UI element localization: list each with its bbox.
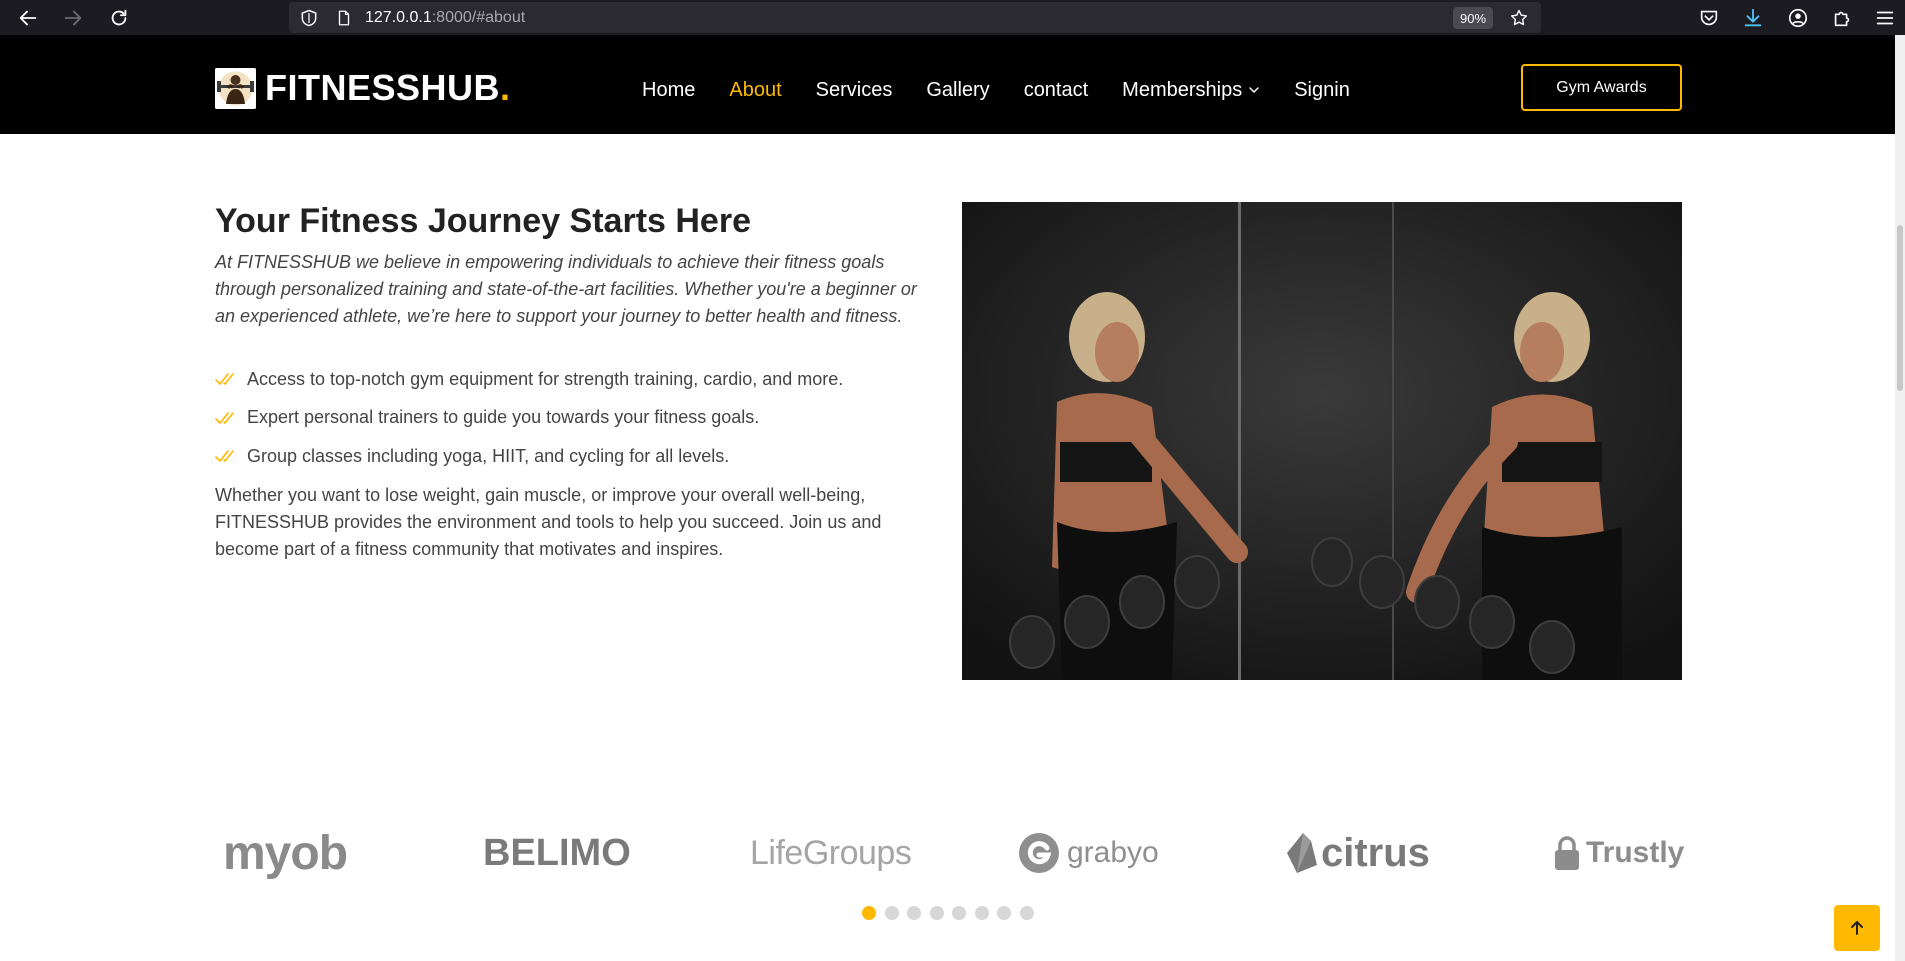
page-scrollbar[interactable] bbox=[1895, 35, 1905, 961]
nav-memberships[interactable]: Memberships bbox=[1122, 77, 1260, 103]
carousel-pagination bbox=[862, 906, 1042, 920]
client-logo-lifegroups: LifeGroups bbox=[750, 818, 912, 888]
feature-item: Access to top-notch gym equipment for st… bbox=[215, 360, 843, 399]
url-text[interactable]: 127.0.0.1:8000/#about bbox=[365, 9, 525, 27]
feature-text: Group classes including yoga, HIIT, and … bbox=[247, 445, 730, 466]
client-logo-grabyo: grabyo bbox=[1017, 818, 1159, 888]
carousel-dot[interactable] bbox=[907, 906, 921, 920]
back-to-top-button[interactable] bbox=[1834, 905, 1880, 951]
logo-image[interactable] bbox=[215, 68, 256, 109]
feature-item: Group classes including yoga, HIIT, and … bbox=[215, 437, 843, 476]
feature-list: Access to top-notch gym equipment for st… bbox=[215, 360, 843, 476]
logo-dot: . bbox=[500, 67, 511, 108]
about-intro: At FITNESSHUB we believe in empowering i… bbox=[215, 252, 917, 326]
pocket-button[interactable] bbox=[1694, 3, 1724, 33]
about-gym-photo bbox=[962, 202, 1682, 680]
address-bar[interactable]: 127.0.0.1:8000/#about 90% bbox=[289, 2, 1541, 33]
extensions-button[interactable] bbox=[1827, 3, 1857, 33]
arrow-left-icon bbox=[19, 10, 37, 26]
puzzle-icon bbox=[1834, 11, 1850, 27]
client-logo-citrus: citrus bbox=[1285, 818, 1430, 888]
back-button[interactable] bbox=[13, 3, 43, 33]
feature-text: Access to top-notch gym equipment for st… bbox=[247, 368, 844, 389]
site-logo[interactable]: FITNESSHUB. bbox=[265, 67, 511, 109]
downloads-button[interactable] bbox=[1738, 3, 1768, 33]
nav-about[interactable]: About bbox=[729, 77, 781, 103]
nav-memberships-label: Memberships bbox=[1122, 79, 1243, 101]
client-logo-text: citrus bbox=[1321, 830, 1430, 875]
client-logo-text: LifeGroups bbox=[750, 833, 912, 872]
client-logo-myob: myob bbox=[223, 818, 348, 888]
reload-icon bbox=[111, 9, 127, 26]
grabyo-mark-icon bbox=[1019, 833, 1059, 873]
lock-icon bbox=[1555, 836, 1579, 870]
zoom-level[interactable]: 90% bbox=[1453, 7, 1493, 29]
carousel-dot[interactable] bbox=[952, 906, 966, 920]
arrow-up-icon bbox=[1851, 921, 1863, 935]
carousel-dot[interactable] bbox=[862, 906, 876, 920]
nav-services[interactable]: Services bbox=[816, 77, 893, 103]
url-host: 127.0.0.1 bbox=[365, 9, 432, 26]
arrow-right-icon bbox=[64, 10, 82, 26]
client-logo-text: myob bbox=[223, 826, 348, 880]
client-logo-belimo: BELIMO bbox=[483, 818, 631, 888]
hamburger-icon bbox=[1876, 11, 1894, 25]
nav-gallery[interactable]: Gallery bbox=[926, 77, 989, 103]
shield-icon[interactable] bbox=[297, 6, 321, 30]
main-nav: Home About Services Gallery contact Memb… bbox=[642, 77, 1384, 103]
feature-item: Expert personal trainers to guide you to… bbox=[215, 399, 843, 438]
client-logo-trustly: Trustly bbox=[1552, 818, 1684, 888]
chevron-down-icon bbox=[1249, 87, 1259, 94]
site-header: FITNESSHUB. Home About Services Gallery … bbox=[0, 35, 1895, 134]
carousel-dot[interactable] bbox=[997, 906, 1011, 920]
gym-awards-button[interactable]: Gym Awards bbox=[1521, 64, 1682, 111]
citrus-mark-icon bbox=[1287, 833, 1317, 873]
about-outro: Whether you want to lose weight, gain mu… bbox=[215, 485, 882, 559]
account-button[interactable] bbox=[1783, 3, 1813, 33]
nav-contact[interactable]: contact bbox=[1024, 77, 1088, 103]
download-icon bbox=[1744, 8, 1762, 27]
double-check-icon bbox=[215, 411, 234, 424]
browser-toolbar: 127.0.0.1:8000/#about 90% bbox=[0, 0, 1905, 35]
star-icon[interactable] bbox=[1507, 6, 1531, 30]
forward-button[interactable] bbox=[58, 3, 88, 33]
nav-home[interactable]: Home bbox=[642, 77, 695, 103]
page-icon[interactable] bbox=[332, 6, 356, 30]
pocket-icon bbox=[1700, 10, 1718, 26]
client-logo-text: Trustly bbox=[1586, 836, 1685, 869]
about-title: Your Fitness Journey Starts Here bbox=[215, 202, 751, 240]
carousel-dot[interactable] bbox=[884, 906, 899, 920]
double-check-icon bbox=[215, 450, 234, 463]
reload-button[interactable] bbox=[104, 3, 134, 33]
logo-wordmark: FITNESSHUB bbox=[265, 67, 501, 108]
account-icon bbox=[1788, 8, 1808, 28]
double-check-icon bbox=[215, 373, 234, 386]
scrollbar-thumb[interactable] bbox=[1897, 225, 1903, 391]
menu-button[interactable] bbox=[1870, 3, 1900, 33]
client-logo-text: BELIMO bbox=[483, 831, 631, 874]
carousel-dot[interactable] bbox=[929, 906, 944, 920]
nav-signin[interactable]: Signin bbox=[1294, 77, 1350, 103]
feature-text: Expert personal trainers to guide you to… bbox=[247, 407, 760, 428]
carousel-dot[interactable] bbox=[974, 906, 989, 920]
carousel-dot[interactable] bbox=[1019, 906, 1034, 920]
clients-carousel[interactable]: myob BELIMO LifeGroups grabyo citrus Tru… bbox=[215, 818, 1684, 888]
url-path: :8000/#about bbox=[431, 9, 526, 26]
client-logo-text: grabyo bbox=[1067, 836, 1159, 869]
